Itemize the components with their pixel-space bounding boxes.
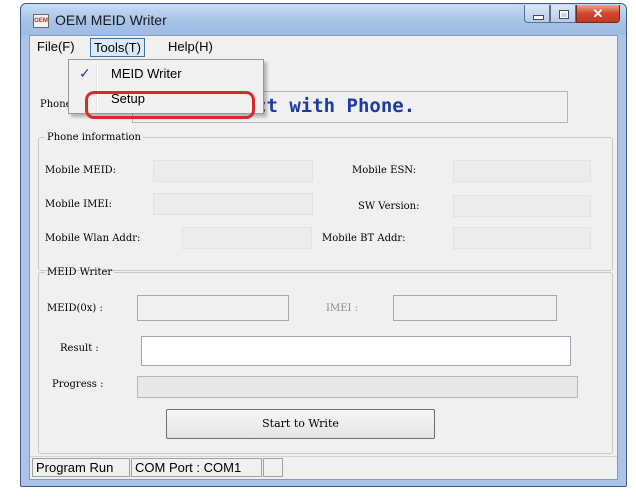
mobile-meid-label: Mobile MEID:	[45, 165, 117, 176]
imei-label: IMEI :	[326, 303, 358, 314]
close-icon: ✕	[592, 6, 604, 21]
mobile-imei-value	[153, 193, 313, 215]
write-progress-bar	[137, 376, 578, 398]
maximize-button[interactable]	[550, 5, 576, 23]
menu-help[interactable]: Help(H)	[165, 39, 216, 54]
status-empty-pane	[263, 458, 283, 477]
status-program-state: Program Run	[32, 458, 130, 477]
menu-item-meid-writer[interactable]: ✓ MEID Writer	[71, 62, 261, 86]
progress-label: Progress :	[52, 379, 104, 390]
sw-version-value	[453, 195, 591, 217]
result-field[interactable]	[141, 336, 571, 366]
minimize-icon	[533, 15, 544, 20]
check-icon: ✓	[79, 65, 91, 81]
status-com-port: COM Port : COM1	[131, 458, 262, 477]
menu-file[interactable]: File(F)	[34, 39, 78, 54]
sw-version-label: SW Version:	[358, 201, 420, 212]
result-label: Result :	[60, 343, 99, 354]
menu-item-meid-writer-label: MEID Writer	[111, 66, 182, 81]
minimize-button[interactable]	[524, 5, 550, 23]
start-to-write-button[interactable]: Start to Write	[166, 409, 435, 439]
mobile-esn-label: Mobile ESN:	[352, 165, 417, 176]
meid-writer-legend: MEID Writer	[47, 267, 113, 278]
bt-addr-value	[453, 227, 591, 249]
phone-information-legend: Phone information	[47, 132, 141, 143]
mobile-imei-label: Mobile IMEI:	[45, 199, 112, 210]
status-bar: Program Run COM Port : COM1	[30, 456, 617, 479]
phone-label: Phone	[40, 99, 72, 110]
app-icon: OEM	[33, 14, 49, 28]
wlan-addr-label: Mobile Wlan Addr:	[45, 233, 141, 244]
menu-tools[interactable]: Tools(T)	[90, 38, 145, 57]
meid-hex-input[interactable]	[137, 295, 289, 321]
maximize-icon	[559, 10, 569, 19]
meid-hex-label: MEID(0x) :	[47, 303, 103, 314]
setup-highlight-annotation	[85, 91, 255, 119]
mobile-meid-value	[153, 160, 313, 182]
window-controls: ✕	[524, 5, 620, 25]
title-bar[interactable]: OEM OEM MEID Writer ✕	[21, 4, 626, 35]
close-button[interactable]: ✕	[576, 5, 620, 23]
bt-addr-label: Mobile BT Addr:	[322, 233, 406, 244]
imei-input[interactable]	[393, 295, 557, 321]
window-title: OEM MEID Writer	[55, 12, 167, 28]
menu-bar: File(F) Tools(T) Help(H)	[30, 36, 617, 58]
mobile-esn-value	[453, 160, 591, 182]
wlan-addr-value	[182, 227, 312, 249]
